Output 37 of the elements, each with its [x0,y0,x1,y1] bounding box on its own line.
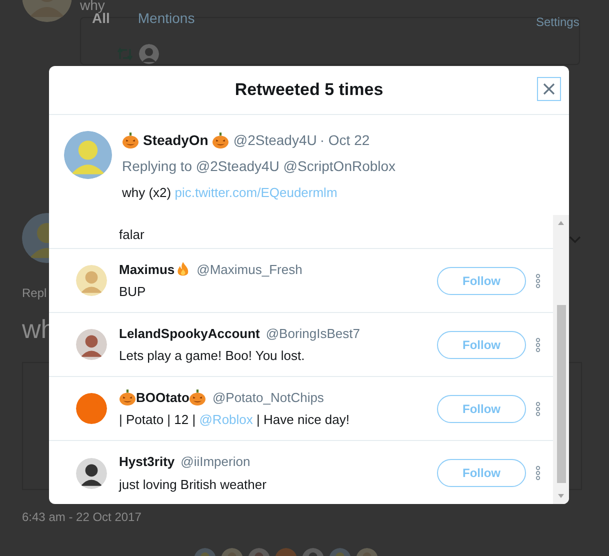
pumpkin-icon [189,388,206,406]
pumpkin-icon [122,132,139,149]
pumpkin-icon [119,388,136,406]
more-icon[interactable] [535,336,541,352]
dialog-title: Retweeted 5 times [234,79,384,102]
user-name[interactable]: LelandSpookyAccount [119,324,260,343]
more-icon[interactable] [535,465,541,481]
pumpkin-icon [212,132,230,149]
avatar[interactable] [76,458,107,488]
tweet-time[interactable]: · Oct 22 [320,130,370,151]
bio-text: just loving British weather [119,476,268,494]
timestamp: 6:43 am - 22 Oct 2017 [22,509,142,526]
close-icon [542,82,556,96]
bio-text: | Potato | 12 | @Roblox | Have nice day! [119,411,350,429]
chevron-icon[interactable] [569,236,581,244]
user-name[interactable]: Maximus [119,260,175,279]
user-handle[interactable]: @2Steady4U [233,130,317,151]
tweet-text: why (x2) pic.twitter.com/EQeudermlm [122,184,338,202]
tab[interactable]: Mentions [138,8,195,29]
scrollbar[interactable] [553,215,569,504]
settings-link[interactable]: Settings [536,13,580,31]
tweet-text: why [80,0,105,13]
reply-label: Repl [22,285,47,302]
close-button[interactable] [537,77,561,101]
bio-text: BUP [119,283,147,301]
more-icon[interactable] [535,272,541,288]
user-handle[interactable]: @Potato_NotChips [212,388,324,407]
user-handle[interactable]: @iiImperion [180,452,250,472]
user-handle[interactable]: @Maximus_Fresh [196,260,302,279]
bio-text: Lets play a game! Boo! You lost. [119,347,306,365]
reply-context: Replying to @2Steady4U @ScriptOnRoblox [122,157,396,176]
user-name[interactable]: Hyst3rity [119,452,175,472]
user-name[interactable]: BOOtato [136,388,190,407]
more-icon[interactable] [535,400,541,416]
user-name[interactable]: SteadyOn [143,130,208,151]
user-handle[interactable]: @BoringIsBest7 [266,324,360,343]
bio-text: falar [119,226,144,244]
